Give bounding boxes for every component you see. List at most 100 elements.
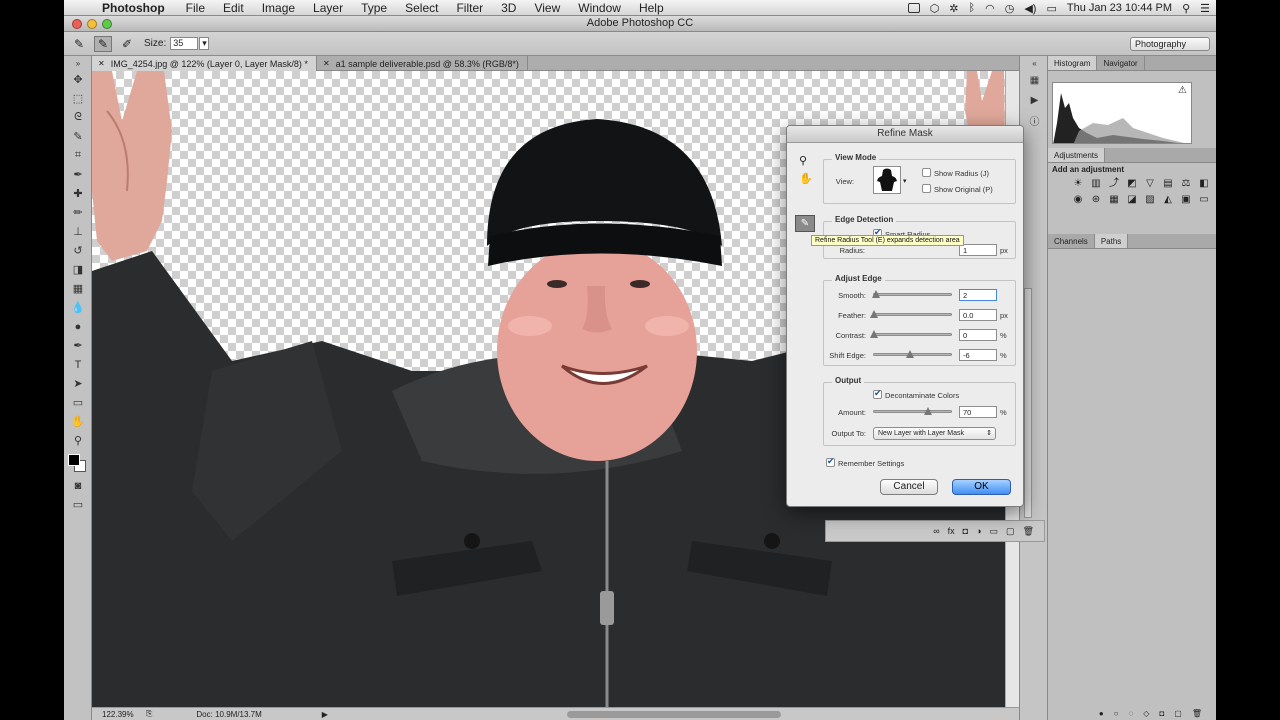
refine-radius-brush-icon[interactable]: ✎ — [94, 35, 112, 52]
make-path-icon[interactable]: ◇ — [1143, 709, 1149, 718]
settings-icon[interactable]: ✲ — [949, 2, 958, 15]
ok-button[interactable]: OK — [952, 479, 1011, 495]
brightness-contrast-icon[interactable]: ☀ — [1072, 178, 1084, 189]
curves-icon[interactable]: ⤴ — [1108, 178, 1120, 189]
layer-group-icon[interactable]: ▭ — [990, 526, 999, 537]
erase-refinements-icon[interactable]: ✐ — [118, 36, 136, 52]
load-selection-icon[interactable]: ◌ — [1129, 709, 1134, 718]
battery-icon[interactable]: ▭ — [1046, 2, 1056, 15]
show-original-checkbox[interactable] — [922, 184, 931, 193]
tool-preset-icon[interactable]: ✎ — [70, 36, 88, 52]
dodge-tool-icon[interactable]: ● — [64, 317, 92, 336]
cache-warning-icon[interactable]: ⚠ — [1178, 85, 1187, 96]
strip-collapse-icon[interactable]: « — [1020, 56, 1049, 70]
contrast-slider-thumb[interactable] — [870, 330, 878, 338]
zoom-tool-icon[interactable]: ⚲ — [799, 154, 807, 167]
status-menu-icon[interactable]: ▶ — [322, 710, 328, 719]
history-brush-tool-icon[interactable]: ↺ — [64, 241, 92, 260]
zoom-tool-icon[interactable]: ⚲ — [64, 431, 92, 450]
healing-brush-tool-icon[interactable]: ✚ — [64, 184, 92, 203]
shift-edge-slider[interactable] — [873, 350, 952, 358]
contrast-slider[interactable] — [870, 330, 952, 338]
display-icon[interactable] — [907, 3, 920, 13]
gradient-tool-icon[interactable]: ▦ — [64, 279, 92, 298]
tab-adjustments[interactable]: Adjustments — [1048, 148, 1106, 162]
shape-tool-icon[interactable]: ▭ — [64, 393, 92, 412]
hue-saturation-icon[interactable]: ▤ — [1162, 178, 1174, 189]
history-panel-icon[interactable]: ▦ — [1020, 70, 1049, 90]
color-swatches[interactable] — [64, 450, 91, 476]
screen-mode-icon[interactable]: ▭ — [64, 495, 92, 514]
fill-path-icon[interactable]: ● — [1099, 709, 1104, 718]
menubar-clock[interactable]: Thu Jan 23 10:44 PM — [1067, 2, 1172, 14]
add-mask-icon[interactable]: ◘ — [1159, 709, 1164, 718]
tab-navigator[interactable]: Navigator — [1097, 56, 1145, 70]
layer-mask-icon[interactable]: ◘ — [963, 526, 968, 536]
menu-window[interactable]: Window — [578, 1, 621, 15]
shift-edge-input[interactable]: -6 — [959, 349, 997, 361]
eraser-tool-icon[interactable]: ◨ — [64, 260, 92, 279]
menu-filter[interactable]: Filter — [456, 1, 483, 15]
hand-tool-icon[interactable]: ✋ — [799, 172, 813, 185]
gradient-map-icon[interactable]: ▭ — [1198, 194, 1210, 205]
tab-sample-deliverable[interactable]: ✕ a1 sample deliverable.psd @ 58.3% (RGB… — [317, 56, 528, 71]
output-to-select[interactable]: New Layer with Layer Mask — [873, 427, 996, 440]
blur-tool-icon[interactable]: 💧 — [64, 298, 92, 317]
shift-edge-slider-thumb[interactable] — [906, 350, 915, 358]
amount-input[interactable]: 70 — [959, 406, 997, 418]
contrast-input[interactable]: 0 — [959, 329, 997, 341]
bluetooth-icon[interactable]: ᛒ — [969, 2, 976, 14]
amount-slider-thumb[interactable] — [923, 407, 932, 415]
amount-slider[interactable] — [873, 407, 952, 415]
brush-tool-icon[interactable]: ✏ — [64, 203, 92, 222]
exposure-icon[interactable]: ◩ — [1126, 178, 1138, 189]
invert-icon[interactable]: ◪ — [1126, 194, 1138, 205]
menu-view[interactable]: View — [534, 1, 560, 15]
threshold-icon[interactable]: ◭ — [1162, 194, 1174, 205]
black-white-icon[interactable]: ◧ — [1198, 178, 1210, 189]
menu-select[interactable]: Select — [405, 1, 438, 15]
channel-mixer-icon[interactable]: ⊛ — [1090, 194, 1102, 205]
refine-radius-tool-icon[interactable]: ✎ — [795, 215, 815, 232]
feather-slider-thumb[interactable] — [870, 310, 878, 318]
menu-help[interactable]: Help — [639, 1, 664, 15]
decontaminate-checkbox[interactable] — [873, 388, 882, 399]
lasso-tool-icon[interactable]: ᘓ — [64, 108, 92, 127]
delete-path-icon[interactable]: 🗑 — [1192, 709, 1202, 718]
zoom-level[interactable]: 122.39% — [102, 710, 136, 719]
view-dropdown-icon[interactable]: ▾ — [903, 177, 907, 185]
radius-input[interactable]: 1 — [959, 244, 997, 256]
vibrance-icon[interactable]: ▽ — [1144, 178, 1156, 189]
levels-icon[interactable]: ▥ — [1090, 178, 1102, 189]
close-tab-icon[interactable]: ✕ — [98, 57, 105, 71]
delete-layer-icon[interactable]: 🗑 — [1023, 526, 1034, 537]
tab-img-4254[interactable]: ✕ IMG_4254.jpg @ 122% (Layer 0, Layer Ma… — [92, 56, 317, 71]
tab-histogram[interactable]: Histogram — [1048, 56, 1098, 70]
menu-3d[interactable]: 3D — [501, 1, 516, 15]
menu-file[interactable]: File — [186, 1, 205, 15]
color-lookup-icon[interactable]: ▦ — [1108, 194, 1120, 205]
color-balance-icon[interactable]: ⚖ — [1180, 178, 1192, 189]
remember-settings-checkbox[interactable] — [826, 456, 835, 467]
quick-select-tool-icon[interactable]: ✎ — [64, 127, 92, 146]
spotlight-icon[interactable]: ⚲ — [1182, 2, 1190, 15]
photo-filter-icon[interactable]: ◉ — [1072, 194, 1084, 205]
close-window-icon[interactable] — [72, 19, 82, 29]
smooth-input[interactable]: 2 — [959, 289, 997, 301]
wifi-icon[interactable]: ◠ — [985, 2, 995, 15]
quick-mask-icon[interactable]: ◙ — [64, 476, 92, 495]
tab-paths[interactable]: Paths — [1094, 234, 1129, 248]
menu-image[interactable]: Image — [262, 1, 295, 15]
eyedropper-tool-icon[interactable]: ✒ — [64, 165, 92, 184]
info-panel-icon[interactable]: ⓘ — [1020, 110, 1049, 130]
new-path-icon[interactable]: ▢ — [1174, 709, 1182, 718]
time-machine-icon[interactable]: ◷ — [1005, 2, 1015, 15]
tab-channels[interactable]: Channels — [1048, 234, 1095, 248]
export-icon[interactable]: ⎘ — [146, 709, 152, 719]
layer-style-icon[interactable]: fx — [948, 526, 955, 536]
feather-slider[interactable] — [870, 310, 952, 318]
volume-icon[interactable]: ◀) — [1024, 2, 1036, 15]
notifications-icon[interactable]: ☰ — [1200, 2, 1210, 15]
hand-tool-icon[interactable]: ✋ — [64, 412, 92, 431]
size-dropdown-icon[interactable]: ▾ — [199, 37, 210, 50]
